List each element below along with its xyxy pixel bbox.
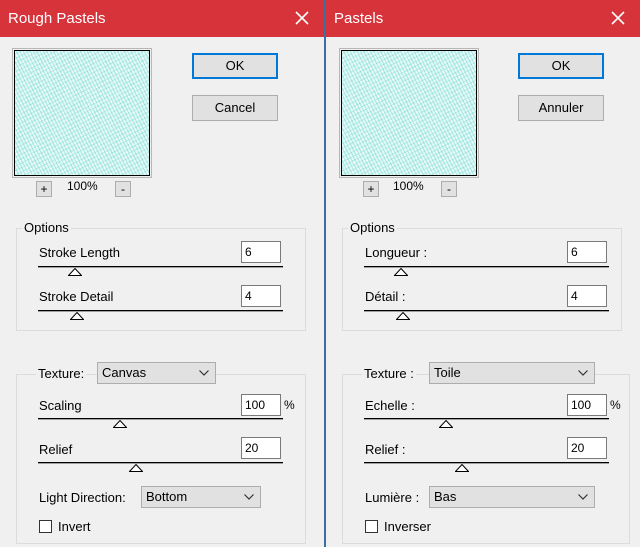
relief-slider[interactable] bbox=[364, 462, 609, 464]
relief-label: Relief bbox=[39, 442, 73, 457]
invert-label: Invert bbox=[58, 519, 91, 534]
scaling-slider[interactable] bbox=[364, 418, 609, 420]
stroke-detail-input[interactable]: 4 bbox=[241, 285, 281, 307]
scaling-label: Echelle : bbox=[365, 398, 415, 413]
relief-thumb[interactable] bbox=[455, 464, 469, 472]
invert-checkbox[interactable] bbox=[365, 520, 378, 533]
ok-button[interactable]: OK bbox=[518, 53, 604, 79]
texture-select[interactable]: Canvas bbox=[97, 362, 216, 384]
rough-pastels-dialog: Rough Pastels + 100% - OK Cancel Options… bbox=[0, 0, 324, 547]
stroke-length-input[interactable]: 6 bbox=[567, 241, 607, 263]
close-icon[interactable] bbox=[290, 6, 314, 30]
chevron-down-icon bbox=[578, 494, 588, 500]
percent-label: % bbox=[610, 398, 621, 412]
pastels-dialog: Pastels + 100% - OK Annuler Options Long… bbox=[326, 0, 640, 547]
light-direction-select[interactable]: Bas bbox=[429, 486, 595, 508]
zoom-in-button[interactable]: + bbox=[363, 181, 379, 197]
title-bar: Rough Pastels bbox=[0, 0, 324, 37]
cancel-button[interactable]: Annuler bbox=[518, 95, 604, 121]
close-icon[interactable] bbox=[606, 6, 630, 30]
preview-image[interactable] bbox=[12, 48, 152, 178]
invert-checkbox[interactable] bbox=[39, 520, 52, 533]
ok-button[interactable]: OK bbox=[192, 53, 278, 79]
scaling-label: Scaling bbox=[39, 398, 82, 413]
scaling-thumb[interactable] bbox=[439, 420, 453, 428]
stroke-detail-label: Stroke Detail bbox=[39, 289, 114, 304]
zoom-level: 100% bbox=[67, 179, 98, 193]
stroke-detail-input[interactable]: 4 bbox=[567, 285, 607, 307]
light-direction-value: Bas bbox=[434, 489, 457, 504]
zoom-level: 100% bbox=[393, 179, 424, 193]
light-direction-label: Light Direction: bbox=[39, 490, 126, 505]
preview-image[interactable] bbox=[339, 48, 479, 178]
scaling-thumb[interactable] bbox=[113, 420, 127, 428]
stroke-length-label: Stroke Length bbox=[39, 245, 120, 260]
percent-label: % bbox=[284, 398, 295, 412]
relief-input[interactable]: 20 bbox=[567, 437, 607, 459]
stroke-detail-thumb[interactable] bbox=[396, 312, 410, 320]
stroke-length-thumb[interactable] bbox=[68, 268, 82, 276]
relief-slider[interactable] bbox=[38, 462, 283, 464]
dialog-title: Rough Pastels bbox=[8, 10, 106, 27]
relief-thumb[interactable] bbox=[129, 464, 143, 472]
texture-label: Texture: bbox=[36, 366, 87, 381]
zoom-out-button[interactable]: - bbox=[441, 181, 457, 197]
light-direction-select[interactable]: Bottom bbox=[141, 486, 261, 508]
stroke-length-input[interactable]: 6 bbox=[241, 241, 281, 263]
scaling-slider[interactable] bbox=[38, 418, 283, 420]
zoom-in-button[interactable]: + bbox=[36, 181, 52, 197]
stroke-length-thumb[interactable] bbox=[394, 268, 408, 276]
zoom-out-button[interactable]: - bbox=[115, 181, 131, 197]
relief-label: Relief : bbox=[365, 442, 406, 457]
light-direction-value: Bottom bbox=[146, 489, 188, 504]
texture-select-value: Toile bbox=[434, 365, 461, 380]
options-label: Options bbox=[348, 220, 397, 235]
stroke-detail-label: Détail : bbox=[365, 289, 406, 304]
light-direction-label: Lumière : bbox=[365, 490, 420, 505]
texture-select[interactable]: Toile bbox=[429, 362, 595, 384]
texture-select-value: Canvas bbox=[102, 365, 147, 380]
stroke-length-label: Longueur : bbox=[365, 245, 428, 260]
stroke-detail-thumb[interactable] bbox=[70, 312, 84, 320]
invert-label: Inverser bbox=[384, 519, 431, 534]
chevron-down-icon bbox=[578, 370, 588, 376]
relief-input[interactable]: 20 bbox=[241, 437, 281, 459]
dialog-title: Pastels bbox=[334, 10, 384, 27]
texture-label: Texture : bbox=[362, 366, 416, 381]
chevron-down-icon bbox=[199, 370, 209, 376]
title-bar: Pastels bbox=[326, 0, 640, 37]
options-label: Options bbox=[22, 220, 71, 235]
scaling-input[interactable]: 100 bbox=[567, 394, 607, 416]
chevron-down-icon bbox=[244, 494, 254, 500]
scaling-input[interactable]: 100 bbox=[241, 394, 281, 416]
cancel-button[interactable]: Cancel bbox=[192, 95, 278, 121]
